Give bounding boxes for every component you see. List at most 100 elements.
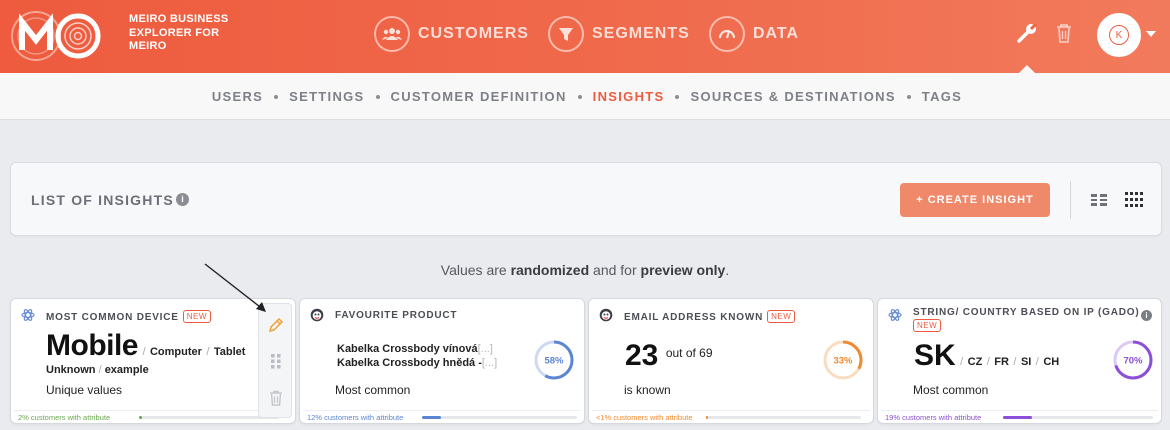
datasource-icon <box>21 309 35 321</box>
product-line-1: Kabelka Crossbody vínová[...] <box>337 343 493 355</box>
product-name: Kabelka Crossbody hnědá - <box>337 357 482 369</box>
percent-ring: 70% <box>1113 340 1153 380</box>
chevron-down-icon[interactable] <box>1146 31 1156 37</box>
notice-text: . <box>725 262 730 278</box>
nav-customers-label: CUSTOMERS <box>418 25 529 42</box>
ellipsis: [...] <box>481 357 498 369</box>
new-badge: NEW <box>767 310 796 323</box>
insight-subtitle: is known <box>624 383 671 397</box>
brand-line-3: MEIRO <box>129 40 167 52</box>
divider <box>1070 181 1071 219</box>
coverage-track <box>1003 416 1153 419</box>
annotation-arrow <box>204 263 266 312</box>
insight-title: MOST COMMON DEVICE NEW <box>46 310 211 323</box>
subnav-sources-destinations[interactable]: SOURCES & DESTINATIONS <box>690 89 895 104</box>
out-of-value: out of 69 <box>665 346 713 360</box>
nav-customers[interactable]: CUSTOMERS <box>374 16 529 52</box>
page-title: LIST OF INSIGHTS <box>31 192 174 208</box>
ring-percent-label: 58% <box>544 356 564 367</box>
coverage-label: 12% customers with attribute <box>307 413 404 422</box>
insight-subtitle: Most common <box>913 383 989 397</box>
subnav-tags[interactable]: TAGS <box>922 89 962 104</box>
other-value: CH <box>1043 356 1060 368</box>
separator-dot <box>675 94 680 99</box>
subnav-insights[interactable]: INSIGHTS <box>593 89 665 104</box>
data-icon <box>709 16 745 52</box>
coverage-label: <1% customers with attribute <box>596 413 693 422</box>
insights-list-panel: LIST OF INSIGHTS i + CREATE INSIGHT <box>10 162 1162 236</box>
insight-title: EMAIL ADDRESS KNOWN NEW <box>624 310 796 323</box>
subnav-users[interactable]: USERS <box>212 89 263 104</box>
wrench-icon[interactable] <box>1016 22 1038 44</box>
product-line-2: Kabelka Crossbody hnědá -[...] <box>337 357 497 369</box>
separator-dot <box>906 94 911 99</box>
percent-ring: 33% <box>823 340 863 380</box>
coverage-fill <box>422 416 441 419</box>
attribute-coverage-bar: <1% customers with attribute <box>592 410 870 424</box>
insight-values: SK / CZ / FR / SI / CH <box>914 339 1060 372</box>
brand-line-2: EXPLORER FOR <box>129 26 220 39</box>
insight-values-line-2: Unknown / example <box>46 364 149 376</box>
insight-card-favourite-product[interactable]: FAVOURITE PRODUCT Kabelka Crossbody víno… <box>299 298 585 424</box>
subnav-settings[interactable]: SETTINGS <box>289 89 364 104</box>
new-badge: NEW <box>913 319 942 332</box>
trash-icon[interactable] <box>1054 22 1074 44</box>
insight-values: Mobile / Computer / Tablet <box>46 329 246 362</box>
other-value: Computer <box>149 346 202 358</box>
ring-percent-label: 70% <box>1123 356 1143 367</box>
notice-bold-1: randomized <box>510 262 590 278</box>
list-view-icon[interactable] <box>1091 193 1107 207</box>
insight-card-country-based-on-ip[interactable]: STRING/ COUNTRY BASED ON IP (GADO) NEW i… <box>877 298 1162 424</box>
info-icon[interactable]: i <box>1141 310 1152 321</box>
insight-title-text: MOST COMMON DEVICE <box>46 312 179 323</box>
avatar-initial: K <box>1109 25 1129 45</box>
notice-bold-2: preview only <box>640 262 726 278</box>
nav-segments[interactable]: SEGMENTS <box>548 16 690 52</box>
insight-subtitle: Most common <box>335 383 411 397</box>
separator-dot <box>274 94 279 99</box>
other-value: CZ <box>967 356 983 368</box>
other-value: Unknown <box>46 364 96 376</box>
datasource-icon <box>888 309 902 321</box>
coverage-fill <box>139 416 142 419</box>
coverage-track <box>706 416 861 419</box>
nav-data[interactable]: DATA <box>709 16 799 52</box>
separator-dot <box>577 94 582 99</box>
meiro-logo[interactable] <box>8 6 104 66</box>
top-header: MEIRO BUSINESS EXPLORER FOR MEIRO CUSTOM… <box>0 0 1170 73</box>
other-value: FR <box>994 356 1009 368</box>
settings-subnav: USERS SETTINGS CUSTOMER DEFINITION INSIG… <box>0 73 1170 120</box>
brand-line-1: MEIRO BUSINESS <box>129 13 229 25</box>
coverage-track <box>422 416 577 419</box>
main-value: 23 <box>625 339 659 372</box>
attribute-coverage-bar: 2% customers with attribute <box>14 410 292 424</box>
subnav-items: USERS SETTINGS CUSTOMER DEFINITION INSIG… <box>0 73 1170 120</box>
active-pointer <box>1018 65 1036 74</box>
other-value: example <box>104 364 149 376</box>
insight-title: STRING/ COUNTRY BASED ON IP (GADO) <box>913 307 1140 318</box>
info-icon[interactable]: i <box>176 193 189 206</box>
insight-title-text: EMAIL ADDRESS KNOWN <box>624 312 764 323</box>
main-value: SK <box>914 339 956 372</box>
attribute-coverage-bar: 19% customers with attribute <box>881 410 1158 424</box>
prestashop-icon <box>599 308 613 322</box>
grid-view-icon[interactable] <box>1125 192 1143 207</box>
drag-handle-icon[interactable] <box>267 352 285 370</box>
insight-title: FAVOURITE PRODUCT <box>335 310 458 321</box>
coverage-label: 19% customers with attribute <box>885 413 982 422</box>
nav-data-label: DATA <box>753 25 800 42</box>
nav-segments-label: SEGMENTS <box>592 25 690 42</box>
customers-icon <box>374 16 410 52</box>
subnav-customer-definition[interactable]: CUSTOMER DEFINITION <box>391 89 567 104</box>
avatar[interactable]: K <box>1097 13 1141 57</box>
card-tools <box>258 303 292 418</box>
insight-subtitle: Unique values <box>46 383 123 397</box>
separator-dot <box>375 94 380 99</box>
other-value: Tablet <box>213 346 246 358</box>
coverage-label: 2% customers with attribute <box>18 413 111 422</box>
insight-card-email-address-known[interactable]: EMAIL ADDRESS KNOWN NEW 23 out of 69 33% … <box>588 298 874 424</box>
product-name: Kabelka Crossbody vínová <box>337 343 478 355</box>
create-insight-button[interactable]: + CREATE INSIGHT <box>900 183 1050 217</box>
other-value: SI <box>1020 356 1032 368</box>
trash-icon[interactable] <box>267 389 285 407</box>
